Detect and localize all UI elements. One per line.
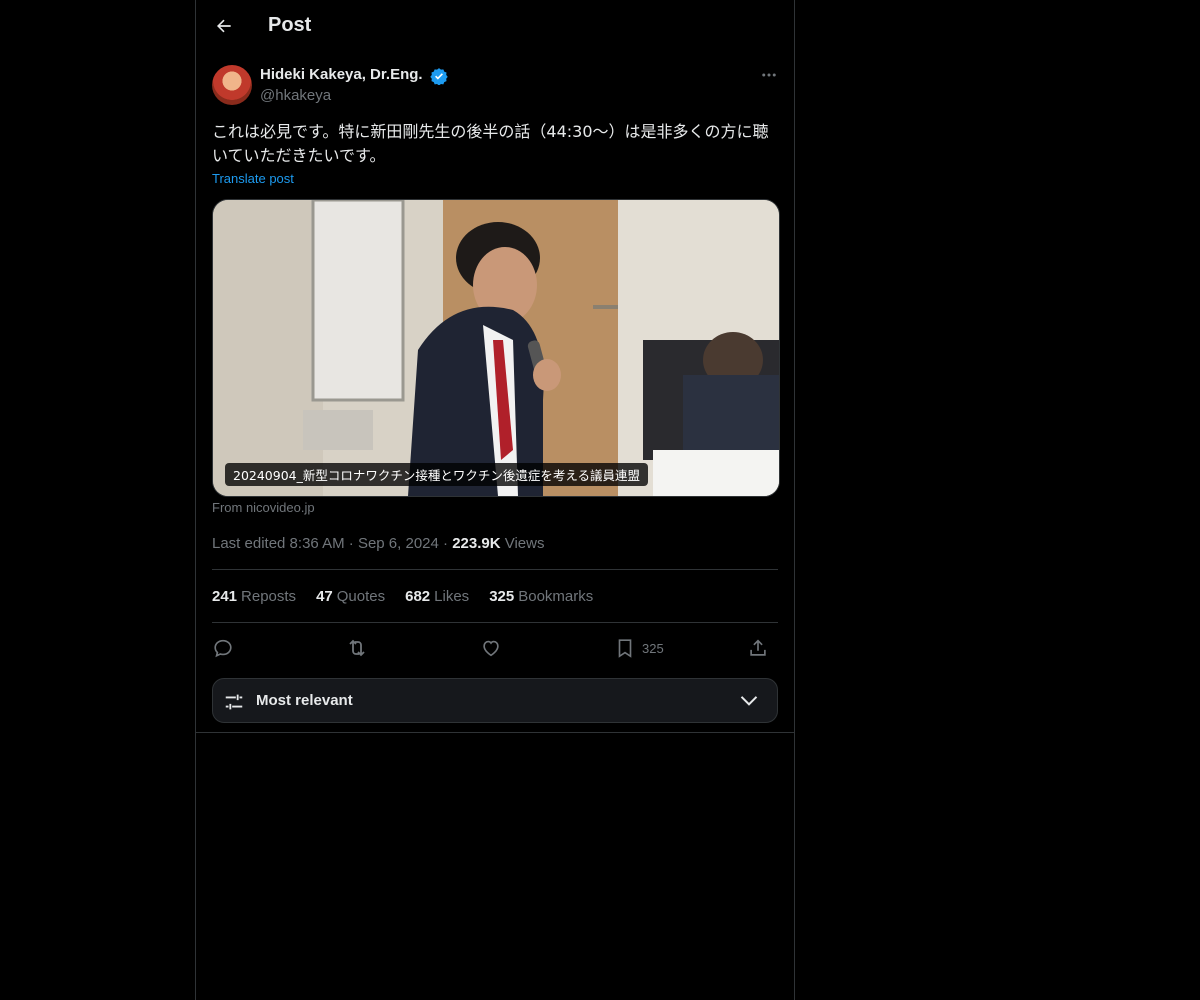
share-icon [750,639,766,656]
more-options-button[interactable] [758,64,780,86]
bookmarks-stat[interactable]: 325 Bookmarks [489,588,593,605]
repost-icon [349,639,365,657]
like-button[interactable] [480,633,502,663]
meta-separator: · [348,535,358,552]
author-handle[interactable]: @hkakeya [260,87,331,104]
quotes-count: 47 [316,588,333,605]
divider [212,622,778,623]
bookmark-count: 325 [642,640,664,656]
media-embed[interactable]: 20240904_新型コロナワクチン接種とワクチン後遺症を考える議員連盟 [212,199,780,497]
back-button[interactable] [210,12,238,40]
reposts-label: Reposts [241,588,297,605]
chevron-down-icon [740,696,758,706]
media-source[interactable]: From nicovideo.jp [212,500,315,515]
views-label: Views [504,535,545,552]
action-bar: 325 [212,633,778,663]
divider [212,569,778,570]
translate-post-link[interactable]: Translate post [212,171,294,186]
author-name[interactable]: Hideki Kakeya, Dr.Eng. [260,66,423,83]
engagement-stats: 241 Reposts 47 Quotes 682 Likes 325 Bookmark… [212,588,593,605]
post-date[interactable]: Sep 6, 2024 [358,535,439,552]
divider [196,732,794,733]
verified-badge-icon [430,68,448,85]
post-detail-column: Post Hideki Kakeya, Dr.Eng. @hkakeya これは… [195,0,795,1000]
repost-button[interactable] [345,633,369,663]
video-thumbnail [213,200,779,496]
bookmarks-label: Bookmarks [518,588,594,605]
reposts-count: 241 [212,588,238,605]
post-meta: Last edited 8:36 AM · Sep 6, 2024 · 223.… [212,535,544,552]
reposts-stat[interactable]: 241 Reposts [212,588,296,605]
quotes-label: Quotes [336,588,386,605]
edited-time[interactable]: Last edited 8:36 AM [212,535,345,552]
views-count: 223.9K [452,535,501,552]
page-title: Post [268,14,312,36]
reply-icon [214,639,232,658]
share-button[interactable] [747,633,769,663]
meta-separator: · [443,535,453,552]
bookmark-button[interactable]: 325 [614,633,664,663]
likes-stat[interactable]: 682 Likes [405,588,469,605]
video-caption: 20240904_新型コロナワクチン接種とワクチン後遺症を考える議員連盟 [225,463,648,486]
top-bar: Post [196,0,794,53]
quotes-stat[interactable]: 47 Quotes [316,588,385,605]
like-icon [483,640,499,657]
likes-count: 682 [405,588,431,605]
reply-button[interactable] [212,633,234,663]
post-text: これは必見です。特に新田剛先生の後半の話（44:30〜）は是非多くの方に聴いてい… [212,122,769,165]
sort-sliders-icon [225,694,243,710]
bookmark-icon [618,639,632,658]
likes-label: Likes [434,588,470,605]
sort-label: Most relevant [256,692,353,709]
bookmarks-count: 325 [489,588,515,605]
avatar[interactable] [212,65,252,105]
more-icon [762,73,776,77]
sort-replies-dropdown[interactable]: Most relevant [212,678,778,723]
back-arrow-icon [217,19,231,33]
